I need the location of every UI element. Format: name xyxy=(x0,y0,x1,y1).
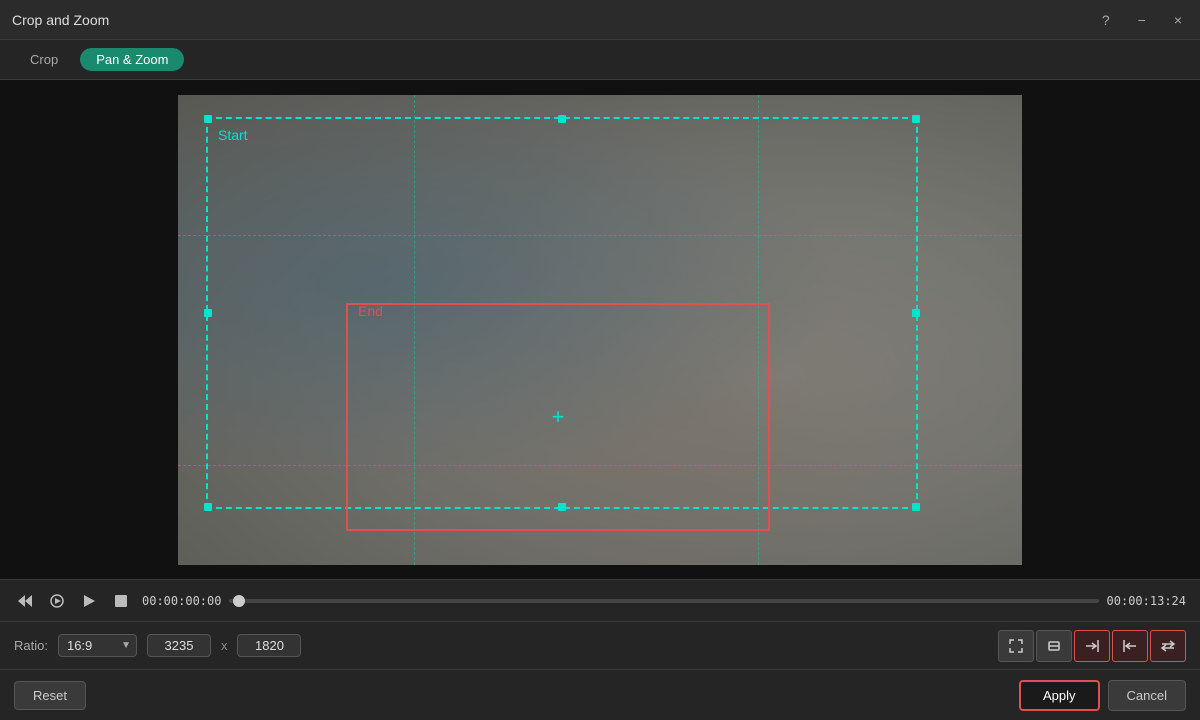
ratio-wrapper: 16:9 4:3 1:1 9:16 Custom ▼ xyxy=(58,634,137,657)
play-button[interactable] xyxy=(78,592,100,610)
dimension-separator: x xyxy=(221,638,228,653)
action-right: Apply Cancel xyxy=(1019,680,1186,711)
video-canvas[interactable]: Start End xyxy=(178,95,1022,565)
tab-crop[interactable]: Crop xyxy=(14,48,74,71)
time-total: 00:00:13:24 xyxy=(1107,594,1186,608)
bottom-controls: 00:00:00:00 00:00:13:24 Ratio: 16:9 4:3 … xyxy=(0,579,1200,720)
fullscreen-icon-button[interactable] xyxy=(1036,630,1072,662)
ratio-label: Ratio: xyxy=(14,638,48,653)
main-area: Start End xyxy=(0,80,1200,720)
height-input[interactable] xyxy=(237,634,301,657)
time-current: 00:00:00:00 xyxy=(142,594,221,608)
tab-pan-zoom[interactable]: Pan & Zoom xyxy=(80,48,184,71)
icon-buttons xyxy=(998,630,1186,662)
options-bar: Ratio: 16:9 4:3 1:1 9:16 Custom ▼ x xyxy=(0,622,1200,670)
lab-overlay xyxy=(178,95,1022,565)
cancel-button[interactable]: Cancel xyxy=(1108,680,1186,711)
tab-bar: Crop Pan & Zoom xyxy=(0,40,1200,80)
title-bar-right: ? − × xyxy=(1096,8,1188,32)
timeline-container: 00:00:00:00 00:00:13:24 xyxy=(142,594,1186,608)
minimize-button[interactable]: − xyxy=(1132,8,1152,32)
video-area[interactable]: Start End xyxy=(0,80,1200,579)
apply-button[interactable]: Apply xyxy=(1019,680,1100,711)
help-button[interactable]: ? xyxy=(1096,8,1116,32)
close-button[interactable]: × xyxy=(1168,8,1188,32)
action-bar: Reset Apply Cancel xyxy=(0,670,1200,720)
reset-button[interactable]: Reset xyxy=(14,681,86,710)
playback-bar: 00:00:00:00 00:00:13:24 xyxy=(0,580,1200,622)
skip-back-button[interactable] xyxy=(14,592,36,610)
step-forward-button[interactable] xyxy=(46,592,68,610)
timeline-scrubber[interactable] xyxy=(233,595,245,607)
align-right-icon-button[interactable] xyxy=(1074,630,1110,662)
width-input[interactable] xyxy=(147,634,211,657)
title-bar: Crop and Zoom ? − × xyxy=(0,0,1200,40)
swap-icon-button[interactable] xyxy=(1150,630,1186,662)
timeline[interactable] xyxy=(229,599,1098,603)
align-left-icon-button[interactable] xyxy=(1112,630,1148,662)
fit-icon-button[interactable] xyxy=(998,630,1034,662)
title-bar-left: Crop and Zoom xyxy=(12,12,109,28)
window-title: Crop and Zoom xyxy=(12,12,109,28)
ratio-select[interactable]: 16:9 4:3 1:1 9:16 Custom xyxy=(58,634,137,657)
stop-button[interactable] xyxy=(110,592,132,610)
